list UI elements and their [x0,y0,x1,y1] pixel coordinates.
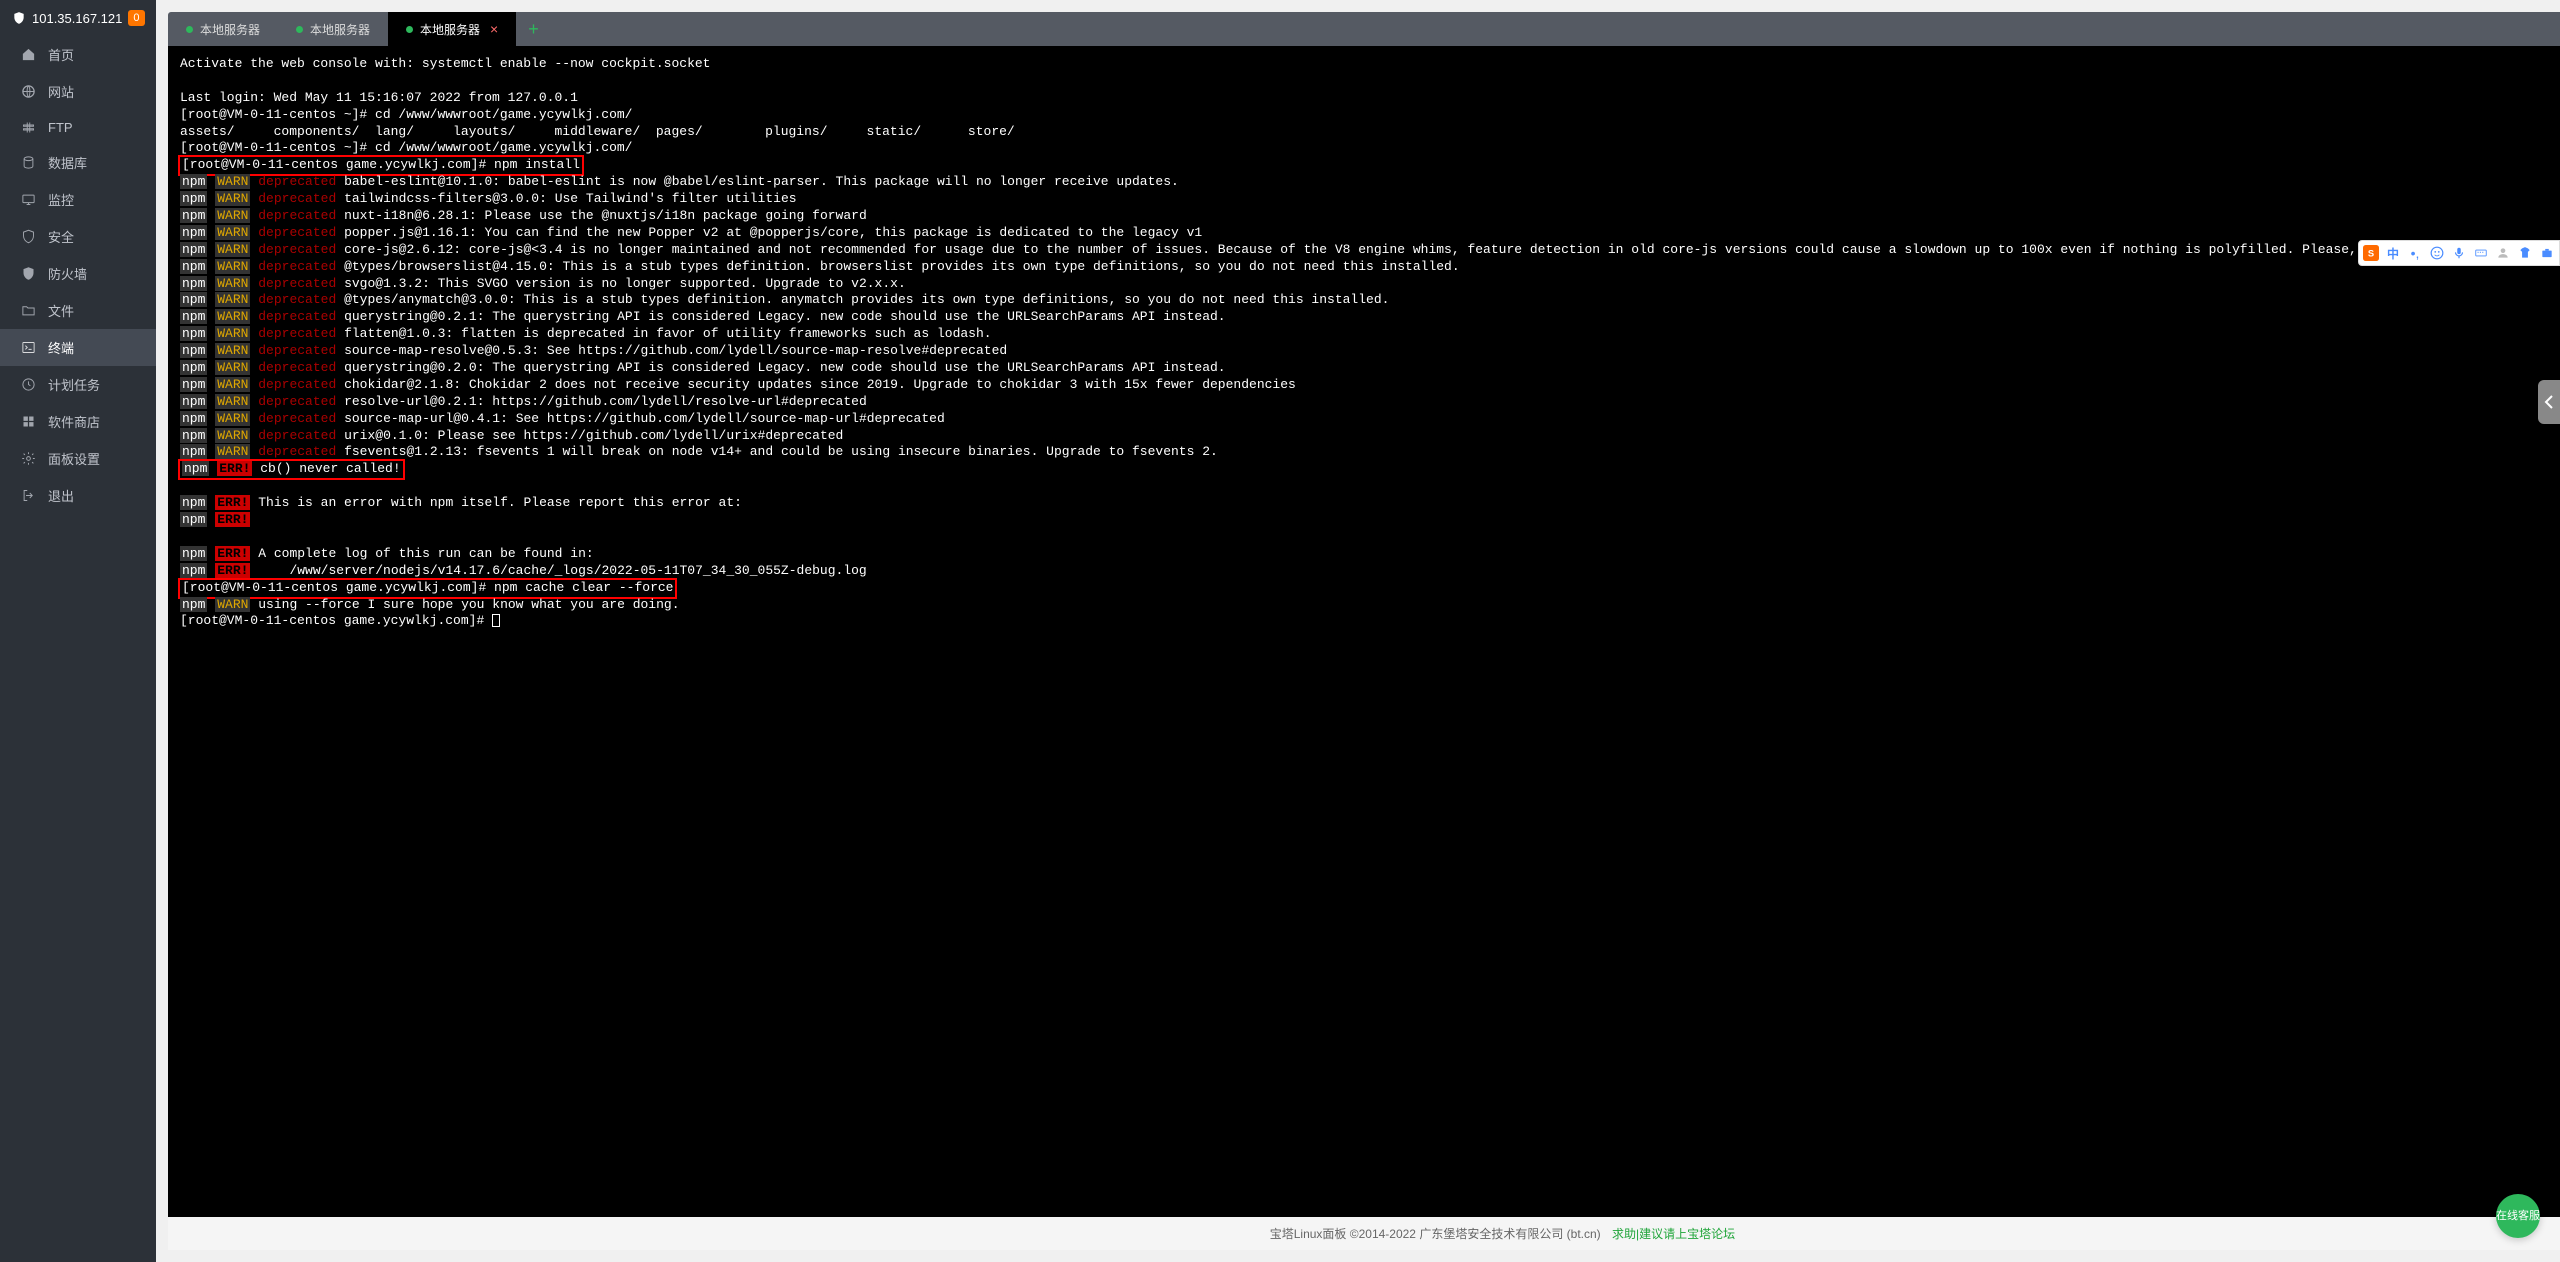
sidebar-item-appstore[interactable]: 软件商店 [0,403,156,440]
terminal-tab-2[interactable]: 本地服务器 × [388,12,516,46]
support-fab[interactable]: 在线客服 [2496,1194,2540,1238]
website-icon [20,84,36,100]
side-drawer-toggle[interactable] [2538,380,2560,424]
sidebar-item-database[interactable]: 数据库 [0,144,156,181]
files-icon [20,303,36,319]
sidebar-item-monitor[interactable]: 监控 [0,181,156,218]
sidebar-item-label: 面板设置 [48,449,100,468]
status-dot-icon [296,26,303,33]
sidebar-item-logout[interactable]: 退出 [0,477,156,514]
terminal-tab-1[interactable]: 本地服务器 [278,12,388,46]
settings-icon [20,451,36,467]
terminal-tab-0[interactable]: 本地服务器 [168,12,278,46]
footer: 宝塔Linux面板 ©2014-2022 广东堡塔安全技术有限公司 (bt.cn… [168,1217,2560,1250]
security-icon [20,229,36,245]
cron-icon [20,377,36,393]
sidebar-item-label: 防火墙 [48,264,87,283]
ime-dock: S 中 •, [2358,240,2560,266]
status-dot-icon [406,26,413,33]
sidebar-item-firewall[interactable]: 防火墙 [0,255,156,292]
sidebar-item-label: 安全 [48,227,74,246]
sidebar-item-settings[interactable]: 面板设置 [0,440,156,477]
punct-icon[interactable]: •, [2406,244,2424,262]
sidebar-item-security[interactable]: 安全 [0,218,156,255]
sidebar-item-label: 数据库 [48,153,87,172]
lang-cn-icon[interactable]: 中 [2384,244,2402,262]
tab-add-button[interactable]: + [516,19,551,40]
monitor-icon [20,192,36,208]
toolbox-icon[interactable] [2538,244,2556,262]
ftp-icon [20,119,36,135]
sidebar-item-website[interactable]: 网站 [0,73,156,110]
skin-icon[interactable] [2516,244,2534,262]
database-icon [20,155,36,171]
sidebar-item-label: 软件商店 [48,412,100,431]
emoji-icon[interactable] [2428,244,2446,262]
sidebar-item-label: FTP [48,120,73,135]
firewall-icon [20,266,36,282]
sidebar-item-files[interactable]: 文件 [0,292,156,329]
tab-close-button[interactable]: × [490,22,498,36]
sidebar: 101.35.167.121 0 首页网站 FTP 数据库监控安全防火墙文件终端计划… [0,0,156,1262]
user-icon[interactable] [2494,244,2512,262]
shield-icon [12,11,26,25]
appstore-icon [20,414,36,430]
sidebar-item-label: 计划任务 [48,375,100,394]
sidebar-item-label: 首页 [48,45,74,64]
footer-copy: 宝塔Linux面板 ©2014-2022 广东堡塔安全技术有限公司 (bt.cn… [1270,1227,1601,1241]
tab-label: 本地服务器 [200,21,260,38]
sidebar-item-label: 网站 [48,82,74,101]
sidebar-item-cron[interactable]: 计划任务 [0,366,156,403]
terminal-icon [20,340,36,356]
sidebar-item-label: 文件 [48,301,74,320]
sidebar-nav: 首页网站 FTP 数据库监控安全防火墙文件终端计划任务软件商店面板设置退出 [0,36,156,514]
terminal-output[interactable]: Activate the web console with: systemctl… [168,46,2560,1217]
status-dot-icon [186,26,193,33]
home-icon [20,47,36,63]
notification-badge[interactable]: 0 [128,10,144,26]
sidebar-item-terminal[interactable]: 终端 [0,329,156,366]
sidebar-item-home[interactable]: 首页 [0,36,156,73]
tab-label: 本地服务器 [420,21,480,38]
terminal-tabs: 本地服务器 本地服务器 本地服务器 × + [168,12,2560,46]
sidebar-item-ftp[interactable]: FTP [0,110,156,144]
sidebar-item-label: 终端 [48,338,74,357]
mic-icon[interactable] [2450,244,2468,262]
sogou-icon[interactable]: S [2362,244,2380,262]
logout-icon [20,488,36,504]
svg-text:S: S [2368,248,2374,258]
keyboard-icon[interactable] [2472,244,2490,262]
tab-label: 本地服务器 [310,21,370,38]
sidebar-header: 101.35.167.121 0 [0,0,156,36]
sidebar-item-label: 退出 [48,486,74,505]
sidebar-item-label: 监控 [48,190,74,209]
server-ip: 101.35.167.121 [32,11,122,26]
footer-forum-link[interactable]: 求助|建议请上宝塔论坛 [1612,1227,1735,1241]
